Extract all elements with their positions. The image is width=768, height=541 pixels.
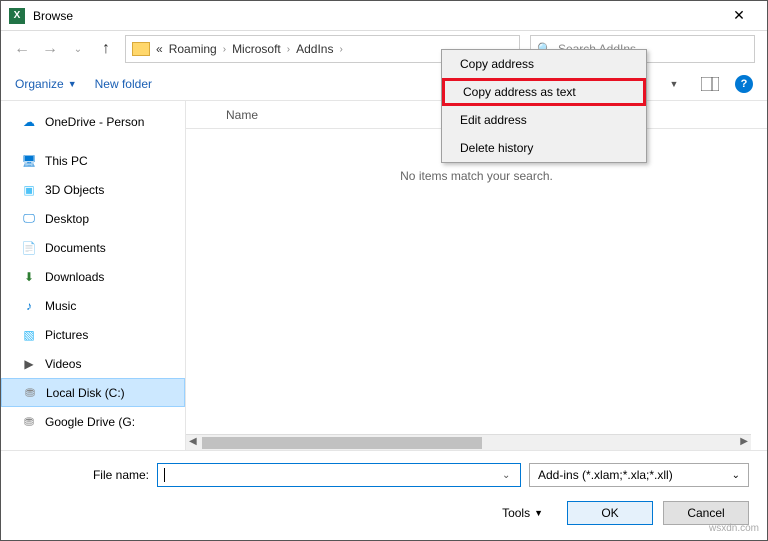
help-button[interactable]: ? (735, 75, 753, 93)
tree-3dobjects[interactable]: ▣3D Objects (1, 175, 185, 204)
tree-localdisk[interactable]: ⛃Local Disk (C:) (1, 378, 185, 407)
recent-dropdown[interactable]: ⌄ (69, 44, 87, 55)
scroll-left-icon[interactable]: ◀ (189, 436, 197, 447)
chevron-down-icon: ⌄ (732, 470, 740, 481)
organize-button[interactable]: Organize ▼ (15, 77, 77, 91)
ok-button[interactable]: OK (567, 501, 653, 525)
breadcrumb-microsoft[interactable]: Microsoft (232, 42, 281, 56)
cancel-button[interactable]: Cancel (663, 501, 749, 525)
close-button[interactable]: ✕ (719, 1, 759, 31)
tree-documents[interactable]: 📄Documents (1, 233, 185, 262)
tools-label: Tools (502, 506, 530, 520)
filetype-filter[interactable]: Add-ins (*.xlam;*.xla;*.xll) ⌄ (529, 463, 749, 487)
chevron-down-icon: ▼ (534, 508, 543, 518)
tools-button[interactable]: Tools ▼ (502, 506, 543, 520)
up-button[interactable]: ↑ (97, 40, 115, 58)
ctx-copy-address-text[interactable]: Copy address as text (442, 78, 646, 106)
disk-icon: ⛃ (22, 385, 38, 401)
organize-label: Organize (15, 77, 64, 91)
cube-icon: ▣ (21, 182, 37, 198)
document-icon: 📄 (21, 240, 37, 256)
ctx-edit-address[interactable]: Edit address (442, 106, 646, 134)
horizontal-scrollbar[interactable]: ◀ ▶ (186, 434, 751, 450)
tree-desktop[interactable]: 🖵Desktop (1, 204, 185, 233)
chevron-right-icon[interactable]: › (287, 44, 290, 55)
preview-pane-button[interactable] (699, 73, 721, 95)
tree-downloads[interactable]: ⬇Downloads (1, 262, 185, 291)
window-title: Browse (33, 9, 719, 23)
filter-label: Add-ins (*.xlam;*.xla;*.xll) (538, 468, 673, 482)
breadcrumb-addins[interactable]: AddIns (296, 42, 333, 56)
column-name[interactable]: Name (226, 108, 258, 122)
chevron-right-icon[interactable]: › (223, 44, 226, 55)
tree-videos[interactable]: ▶Videos (1, 349, 185, 378)
ctx-delete-history[interactable]: Delete history (442, 134, 646, 162)
download-icon: ⬇ (21, 269, 37, 285)
excel-icon: X (9, 8, 25, 24)
pc-icon: 🖥 (21, 153, 37, 169)
back-button[interactable]: ← (13, 40, 31, 58)
filename-dropdown[interactable]: ⌄ (502, 470, 514, 481)
tree-onedrive[interactable]: ☁OneDrive - Person (1, 107, 185, 136)
ctx-copy-address[interactable]: Copy address (442, 50, 646, 78)
breadcrumb-prefix: « (156, 42, 163, 56)
music-icon: ♪ (21, 298, 37, 314)
chevron-right-icon[interactable]: › (339, 44, 342, 55)
cloud-icon: ☁ (21, 114, 37, 130)
new-folder-button[interactable]: New folder (95, 77, 152, 91)
folder-tree: ☁OneDrive - Person 🖥This PC ▣3D Objects … (1, 101, 186, 451)
address-context-menu: Copy address Copy address as text Edit a… (441, 49, 647, 163)
scrollbar-thumb[interactable] (202, 437, 482, 449)
tree-gdrive[interactable]: ⛃Google Drive (G: (1, 407, 185, 436)
scroll-right-icon[interactable]: ▶ (740, 436, 748, 447)
video-icon: ▶ (21, 356, 37, 372)
filename-label: File name: (19, 468, 149, 482)
empty-message: No items match your search. (186, 169, 767, 183)
chevron-down-icon: ▼ (68, 79, 77, 89)
text-cursor (164, 468, 165, 482)
tree-music[interactable]: ♪Music (1, 291, 185, 320)
watermark: wsxdn.com (709, 523, 759, 534)
tree-thispc[interactable]: 🖥This PC (1, 146, 185, 175)
picture-icon: ▧ (21, 327, 37, 343)
filename-input[interactable]: ⌄ (157, 463, 521, 487)
drive-icon: ⛃ (21, 414, 37, 430)
tree-pictures[interactable]: ▧Pictures (1, 320, 185, 349)
view-dropdown[interactable]: ▼ (663, 73, 685, 95)
forward-button[interactable]: → (41, 40, 59, 58)
breadcrumb-roaming[interactable]: Roaming (169, 42, 217, 56)
desktop-icon: 🖵 (21, 211, 37, 227)
folder-icon (132, 42, 150, 56)
